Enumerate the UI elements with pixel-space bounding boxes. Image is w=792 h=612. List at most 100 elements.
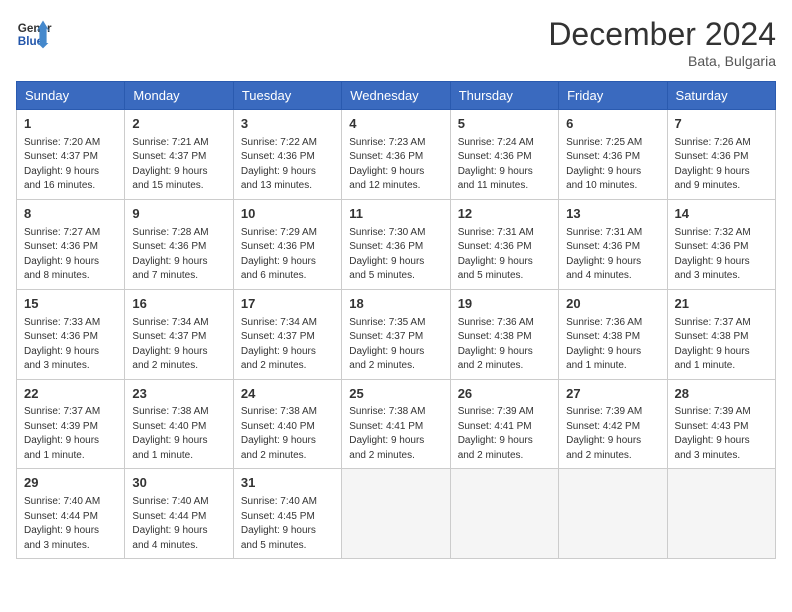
calendar-cell: 12Sunrise: 7:31 AMSunset: 4:36 PMDayligh… [450,199,558,289]
day-number: 5 [458,115,551,134]
day-number: 13 [566,205,659,224]
weekday-header-saturday: Saturday [667,82,775,110]
day-info: Sunrise: 7:39 AMSunset: 4:42 PMDaylight:… [566,405,659,463]
day-number: 7 [675,115,768,134]
day-number: 24 [241,385,334,404]
calendar-cell: 21 Sunrise: 7:37 AMSunset: 4:38 PMDayligh… [667,289,775,379]
day-info: Sunrise: 7:25 AMSunset: 4:36 PMDaylight:… [566,136,659,194]
calendar-week-2: 8 Sunrise: 7:27 AMSunset: 4:36 PMDaylight… [17,199,776,289]
day-info: Sunrise: 7:35 AMSunset: 4:37 PMDaylight:… [349,316,442,374]
calendar-cell: 14 Sunrise: 7:32 AMSunset: 4:36 PMDayligh… [667,199,775,289]
calendar-cell [667,469,775,559]
day-info: Sunrise: 7:34 AMSunset: 4:37 PMDaylight:… [132,316,225,374]
day-info: Sunrise: 7:20 AMSunset: 4:37 PMDaylight:… [24,136,117,194]
calendar-cell: 26Sunrise: 7:39 AMSunset: 4:41 PMDayligh… [450,379,558,469]
day-info: Sunrise: 7:30 AMSunset: 4:36 PMDaylight:… [349,226,442,284]
weekday-header-friday: Friday [559,82,667,110]
day-info: Sunrise: 7:24 AMSunset: 4:36 PMDaylight:… [458,136,551,194]
day-info: Sunrise: 7:26 AMSunset: 4:36 PMDaylight:… [675,136,768,194]
day-number: 23 [132,385,225,404]
calendar-cell: 7 Sunrise: 7:26 AMSunset: 4:36 PMDaylight… [667,110,775,200]
calendar-cell: 1 Sunrise: 7:20 AMSunset: 4:37 PMDaylight… [17,110,125,200]
calendar-cell: 27Sunrise: 7:39 AMSunset: 4:42 PMDayligh… [559,379,667,469]
weekday-header-monday: Monday [125,82,233,110]
calendar-cell: 8 Sunrise: 7:27 AMSunset: 4:36 PMDaylight… [17,199,125,289]
calendar-cell: 9 Sunrise: 7:28 AMSunset: 4:36 PMDaylight… [125,199,233,289]
calendar-cell: 15Sunrise: 7:33 AMSunset: 4:36 PMDayligh… [17,289,125,379]
day-info: Sunrise: 7:36 AMSunset: 4:38 PMDaylight:… [566,316,659,374]
logo-icon: General Blue [16,16,52,52]
calendar-cell: 30 Sunrise: 7:40 AMSunset: 4:44 PMDayligh… [125,469,233,559]
calendar-week-1: 1 Sunrise: 7:20 AMSunset: 4:37 PMDaylight… [17,110,776,200]
day-number: 14 [675,205,768,224]
day-info: Sunrise: 7:40 AMSunset: 4:45 PMDaylight:… [241,495,334,553]
calendar-week-4: 22Sunrise: 7:37 AMSunset: 4:39 PMDayligh… [17,379,776,469]
title-area: December 2024 Bata, Bulgaria [548,16,776,69]
calendar-cell: 13Sunrise: 7:31 AMSunset: 4:36 PMDayligh… [559,199,667,289]
calendar-cell: 16 Sunrise: 7:34 AMSunset: 4:37 PMDayligh… [125,289,233,379]
day-number: 27 [566,385,659,404]
day-number: 10 [241,205,334,224]
day-info: Sunrise: 7:32 AMSunset: 4:36 PMDaylight:… [675,226,768,284]
day-number: 1 [24,115,117,134]
calendar-cell: 20 Sunrise: 7:36 AMSunset: 4:38 PMDayligh… [559,289,667,379]
day-number: 2 [132,115,225,134]
calendar-cell: 4 Sunrise: 7:23 AMSunset: 4:36 PMDaylight… [342,110,450,200]
calendar-cell: 18Sunrise: 7:35 AMSunset: 4:37 PMDayligh… [342,289,450,379]
day-number: 30 [132,474,225,493]
day-number: 25 [349,385,442,404]
day-info: Sunrise: 7:27 AMSunset: 4:36 PMDaylight:… [24,226,117,284]
day-number: 6 [566,115,659,134]
calendar-cell: 2Sunrise: 7:21 AMSunset: 4:37 PMDaylight… [125,110,233,200]
weekday-header-thursday: Thursday [450,82,558,110]
calendar-cell [342,469,450,559]
day-number: 15 [24,295,117,314]
day-number: 4 [349,115,442,134]
calendar-week-5: 29 Sunrise: 7:40 AMSunset: 4:44 PMDayligh… [17,469,776,559]
calendar-cell: 10 Sunrise: 7:29 AMSunset: 4:36 PMDayligh… [233,199,341,289]
logo: General Blue [16,16,52,52]
day-info: Sunrise: 7:37 AMSunset: 4:38 PMDaylight:… [675,316,768,374]
day-number: 11 [349,205,442,224]
day-info: Sunrise: 7:39 AMSunset: 4:43 PMDaylight:… [675,405,768,463]
calendar-cell: 22Sunrise: 7:37 AMSunset: 4:39 PMDayligh… [17,379,125,469]
day-number: 31 [241,474,334,493]
day-info: Sunrise: 7:38 AMSunset: 4:40 PMDaylight:… [241,405,334,463]
weekday-header-tuesday: Tuesday [233,82,341,110]
day-info: Sunrise: 7:40 AMSunset: 4:44 PMDaylight:… [24,495,117,553]
day-number: 29 [24,474,117,493]
location: Bata, Bulgaria [548,53,776,69]
calendar-cell [559,469,667,559]
day-info: Sunrise: 7:28 AMSunset: 4:36 PMDaylight:… [132,226,225,284]
calendar-cell: 23Sunrise: 7:38 AMSunset: 4:40 PMDayligh… [125,379,233,469]
day-info: Sunrise: 7:31 AMSunset: 4:36 PMDaylight:… [458,226,551,284]
day-number: 17 [241,295,334,314]
day-number: 8 [24,205,117,224]
day-info: Sunrise: 7:22 AMSunset: 4:36 PMDaylight:… [241,136,334,194]
day-number: 20 [566,295,659,314]
month-title: December 2024 [548,16,776,53]
day-info: Sunrise: 7:23 AMSunset: 4:36 PMDaylight:… [349,136,442,194]
weekday-header-sunday: Sunday [17,82,125,110]
calendar-cell: 24Sunrise: 7:38 AMSunset: 4:40 PMDayligh… [233,379,341,469]
calendar-cell: 6 Sunrise: 7:25 AMSunset: 4:36 PMDaylight… [559,110,667,200]
day-number: 16 [132,295,225,314]
day-number: 9 [132,205,225,224]
weekday-header-row: SundayMondayTuesdayWednesdayThursdayFrid… [17,82,776,110]
day-info: Sunrise: 7:37 AMSunset: 4:39 PMDaylight:… [24,405,117,463]
calendar-cell: 5 Sunrise: 7:24 AMSunset: 4:36 PMDaylight… [450,110,558,200]
day-info: Sunrise: 7:39 AMSunset: 4:41 PMDaylight:… [458,405,551,463]
calendar-week-3: 15Sunrise: 7:33 AMSunset: 4:36 PMDayligh… [17,289,776,379]
calendar-cell: 17 Sunrise: 7:34 AMSunset: 4:37 PMDayligh… [233,289,341,379]
day-info: Sunrise: 7:40 AMSunset: 4:44 PMDaylight:… [132,495,225,553]
calendar-cell: 19Sunrise: 7:36 AMSunset: 4:38 PMDayligh… [450,289,558,379]
calendar-cell: 28Sunrise: 7:39 AMSunset: 4:43 PMDayligh… [667,379,775,469]
weekday-header-wednesday: Wednesday [342,82,450,110]
calendar-table: SundayMondayTuesdayWednesdayThursdayFrid… [16,81,776,559]
day-number: 21 [675,295,768,314]
calendar-cell [450,469,558,559]
day-info: Sunrise: 7:29 AMSunset: 4:36 PMDaylight:… [241,226,334,284]
day-info: Sunrise: 7:38 AMSunset: 4:41 PMDaylight:… [349,405,442,463]
day-number: 26 [458,385,551,404]
day-info: Sunrise: 7:34 AMSunset: 4:37 PMDaylight:… [241,316,334,374]
